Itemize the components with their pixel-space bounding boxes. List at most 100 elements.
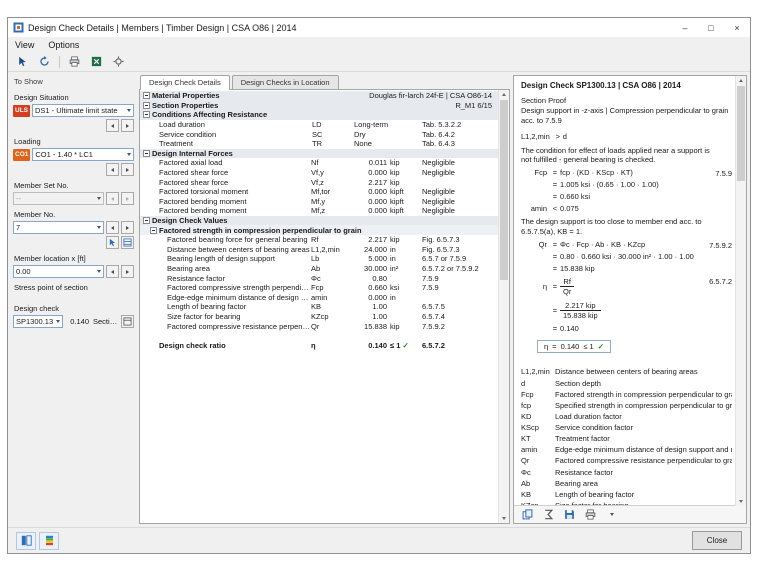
- table-row[interactable]: Factored shear force Vf,y 0.000 kip Negl…: [140, 168, 498, 178]
- table-row[interactable]: Treatment TR None Tab. 6.4.3: [140, 139, 498, 149]
- prev-location-button[interactable]: [106, 265, 119, 278]
- table-row-internal-forces[interactable]: Design Internal Forces: [140, 148, 498, 159]
- print-icon[interactable]: [582, 507, 599, 523]
- prev-member-set-button[interactable]: [106, 192, 119, 205]
- table-row-design-check-ratio[interactable]: Design check ratio η 0.140 ≤ 1 ✓ 6.5.7.2: [140, 340, 498, 350]
- prev-member-button[interactable]: [106, 221, 119, 234]
- tab-design-check-details[interactable]: Design Check Details: [140, 75, 230, 90]
- check-icon: ✓: [402, 340, 409, 350]
- table-row-material-properties[interactable]: Material Properties Douglas fir-larch 24…: [140, 91, 498, 101]
- table-row[interactable]: Factored compressive strength perpendicu…: [140, 283, 498, 293]
- collapse-icon[interactable]: [142, 149, 150, 157]
- excel-export-icon[interactable]: [87, 53, 106, 71]
- table-row[interactable]: Factored bending moment Mf,y 0.000 kipft…: [140, 197, 498, 207]
- table-row[interactable]: Factored axial load Nf 0.011 kip Negligi…: [140, 158, 498, 168]
- table-row[interactable]: Bearing length of design support Lb 5.00…: [140, 254, 498, 264]
- table-row-subsection[interactable]: Factored strength in compression perpend…: [140, 225, 498, 235]
- next-loading-button[interactable]: [121, 163, 134, 176]
- tab-design-checks-in-location[interactable]: Design Checks in Location: [231, 75, 339, 90]
- prev-design-situation-button[interactable]: [106, 119, 119, 132]
- scroll-up-icon[interactable]: [499, 90, 509, 99]
- table-row[interactable]: Factored bearing force for general beari…: [140, 235, 498, 245]
- minimize-icon[interactable]: –: [672, 18, 698, 37]
- scroll-up-icon[interactable]: [736, 76, 746, 85]
- pick-member-icon[interactable]: [106, 236, 119, 249]
- row-right-value: R_M1 6/15: [455, 100, 492, 110]
- prev-loading-button[interactable]: [106, 163, 119, 176]
- member-location-select[interactable]: 0.00: [13, 265, 104, 278]
- table-row-section-properties[interactable]: Section Properties R_M1 6/15: [140, 100, 498, 111]
- design-check-type: Section Pro...: [93, 317, 119, 326]
- report-scrollbar[interactable]: [735, 76, 746, 506]
- scroll-down-icon[interactable]: [736, 497, 746, 506]
- print-icon[interactable]: [65, 53, 84, 71]
- settings-icon[interactable]: [109, 53, 128, 71]
- scrollbar-thumb[interactable]: [737, 86, 745, 181]
- table-row[interactable]: Factored compressive resistance perpendi…: [140, 321, 498, 331]
- legend-item: KD Load duration factor: [521, 411, 622, 421]
- collapse-icon[interactable]: [142, 101, 150, 109]
- table-row[interactable]: Factored torsional moment Mf,tor 0.000 k…: [140, 187, 498, 197]
- next-member-button[interactable]: [121, 221, 134, 234]
- member-set-select[interactable]: --: [13, 192, 104, 205]
- table-row[interactable]: Service condition SC Dry Tab. 6.4.2: [140, 129, 498, 139]
- member-select[interactable]: 7: [13, 221, 104, 234]
- row-label: Length of bearing factor: [167, 302, 247, 312]
- table-row[interactable]: Load duration LD Long-term Tab. 5.3.2.2: [140, 120, 498, 130]
- member-value: 7: [16, 223, 21, 232]
- row-reference: Negligible: [422, 206, 455, 216]
- close-button[interactable]: Close: [692, 531, 742, 550]
- table-row-conditions[interactable]: Conditions Affecting Resistance: [140, 110, 498, 120]
- design-situation-select[interactable]: DS1 - Ultimate limit state: [32, 104, 134, 117]
- scrollbar-thumb[interactable]: [500, 100, 508, 280]
- row-reference: 6.5.7.2: [422, 340, 445, 350]
- next-member-set-button[interactable]: [121, 192, 134, 205]
- save-icon[interactable]: [561, 507, 578, 523]
- menu-view[interactable]: View: [8, 37, 41, 52]
- select-arrow-icon[interactable]: [13, 53, 32, 71]
- table-row[interactable]: Distance between centers of bearing area…: [140, 245, 498, 255]
- title-bar[interactable]: Design Check Details | Members | Timber …: [8, 18, 750, 37]
- copy-icon[interactable]: [519, 507, 536, 523]
- table-row[interactable]: Resistance factor Φc 0.80 7.5.9: [140, 273, 498, 283]
- table-row[interactable]: Factored bending moment Mf,z 0.000 kipft…: [140, 206, 498, 216]
- table-row-design-check-values[interactable]: Design Check Values: [140, 215, 498, 226]
- formula-condition-2: amin < 0.075: [530, 203, 579, 213]
- row-reference: 7.5.9: [422, 283, 439, 293]
- collapse-icon[interactable]: [142, 217, 150, 225]
- row-value: 1.00: [372, 311, 387, 321]
- next-location-button[interactable]: [121, 265, 134, 278]
- formula-fcp-values: = 1.005 ksi · (0.65 · 1.00 · 1.00): [552, 180, 659, 190]
- color-scale-icon[interactable]: [39, 531, 59, 550]
- table-row[interactable]: Length of bearing factor KB 1.00 6.5.7.5: [140, 302, 498, 312]
- scroll-down-icon[interactable]: [499, 514, 509, 523]
- note-support-close: The design support is too close to membe…: [521, 217, 702, 236]
- table-row[interactable]: Factored shear force Vf,z 2.217 kip: [140, 177, 498, 187]
- legend-item: d Section depth: [521, 378, 601, 388]
- row-label: Factored bearing force for general beari…: [167, 235, 308, 245]
- panels-icon[interactable]: [16, 531, 36, 550]
- chevron-down-icon[interactable]: [603, 507, 620, 523]
- maximize-icon[interactable]: □: [698, 18, 724, 37]
- row-value: Long-term: [354, 120, 389, 130]
- uls-badge: ULS: [13, 104, 30, 117]
- table-row[interactable]: Edge-edge minimum distance of design sup…: [140, 292, 498, 302]
- table-row[interactable]: Size factor for bearing KZcp 1.00 6.5.7.…: [140, 312, 498, 322]
- table-row[interactable]: Bearing area Ab 30.000 in² 6.5.7.2 or 7.…: [140, 264, 498, 274]
- collapse-icon[interactable]: [149, 226, 157, 234]
- table-scrollbar[interactable]: [498, 90, 509, 523]
- close-icon[interactable]: ×: [724, 18, 750, 37]
- collapse-icon[interactable]: [142, 111, 150, 119]
- design-check-details-button[interactable]: [121, 315, 134, 328]
- menu-options[interactable]: Options: [41, 37, 86, 52]
- sum-icon[interactable]: [540, 507, 557, 523]
- design-check-select[interactable]: SP1300.13: [13, 315, 63, 328]
- refresh-icon[interactable]: [35, 53, 54, 71]
- loading-select[interactable]: CO1 - 1.40 * LC1: [32, 148, 134, 161]
- member-list-icon[interactable]: [121, 236, 134, 249]
- next-design-situation-button[interactable]: [121, 119, 134, 132]
- row-value: 0.000: [368, 168, 387, 178]
- row-label: Load duration: [159, 120, 205, 130]
- collapse-icon[interactable]: [142, 92, 150, 100]
- row-symbol: Fcp: [311, 283, 324, 293]
